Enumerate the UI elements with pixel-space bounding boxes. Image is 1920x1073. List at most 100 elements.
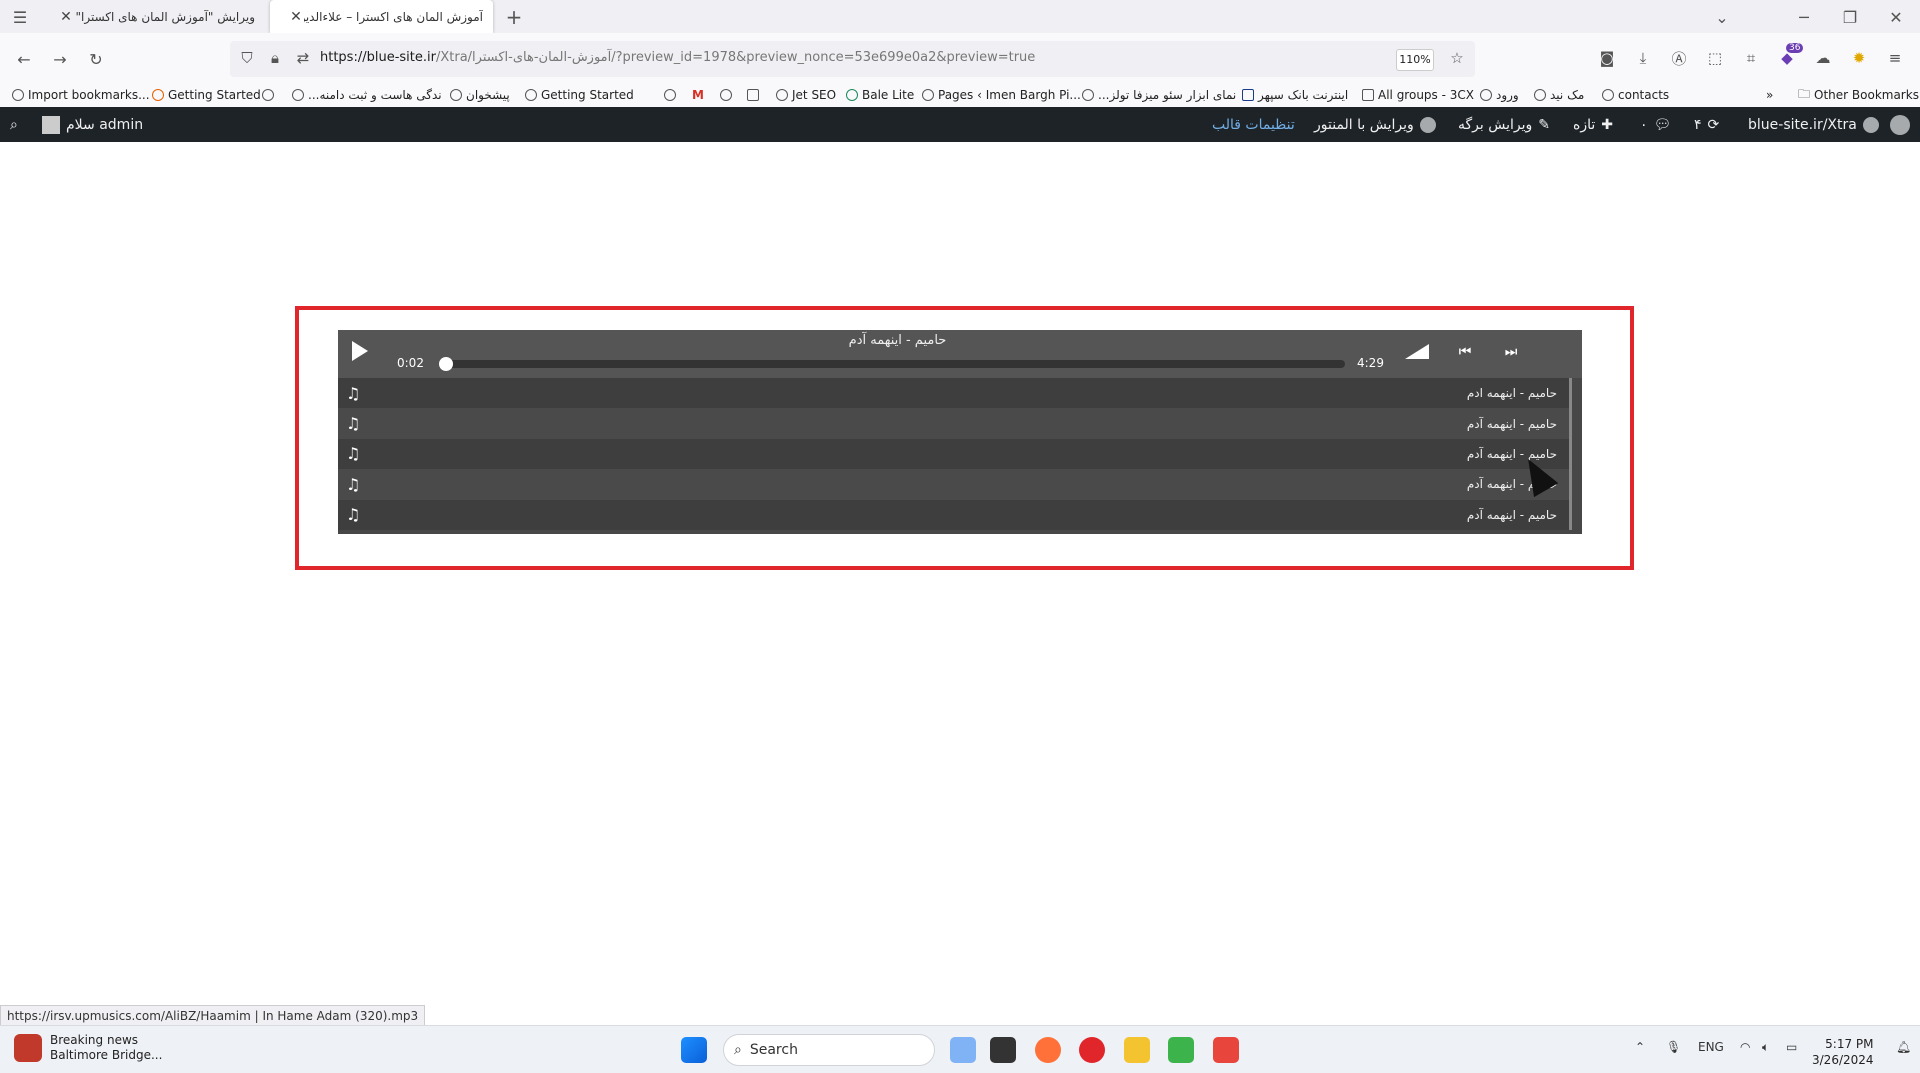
- bookmark-getting-started[interactable]: Getting Started: [152, 85, 261, 105]
- bookmark-bale-lite[interactable]: Bale Lite: [846, 85, 914, 105]
- file-explorer-icon[interactable]: [1124, 1037, 1150, 1063]
- close-tab-icon[interactable]: ✕: [58, 9, 74, 25]
- next-track-icon[interactable]: ⏭︎: [1500, 343, 1522, 361]
- bookmark-label: Getting Started: [168, 88, 261, 102]
- playlist-item[interactable]: ♫ حامیم - اینهمه آدم: [338, 408, 1569, 439]
- bookmark-seo-tools[interactable]: ...نمای ابزار سئو میزفا تولز: [1082, 85, 1236, 105]
- cloud-icon[interactable]: ☁: [1812, 47, 1834, 69]
- battery-icon[interactable]: ▭: [1786, 1040, 1797, 1054]
- bookmark-hosting[interactable]: ...ندگی هاست و ثبت دامنه: [292, 85, 442, 105]
- zoom-level[interactable]: 110%: [1396, 49, 1434, 71]
- bookmark-contacts[interactable]: contacts: [1602, 85, 1669, 105]
- language-indicator[interactable]: ENG: [1698, 1040, 1724, 1054]
- opera-icon[interactable]: [1079, 1037, 1105, 1063]
- bookmarks-overflow-icon[interactable]: »: [1766, 85, 1773, 105]
- bookmark-mac-need[interactable]: مک نید: [1534, 85, 1584, 105]
- close-window-icon[interactable]: ✕: [1884, 5, 1908, 29]
- play-button[interactable]: [352, 341, 368, 361]
- task-view-icon[interactable]: [990, 1037, 1016, 1063]
- close-tab-icon[interactable]: ✕: [288, 9, 304, 25]
- bookmark-globe-2[interactable]: [720, 85, 732, 105]
- tray-overflow-icon[interactable]: ⌃: [1635, 1040, 1645, 1054]
- tab-title: آموزش المان های اکسترا – علاءالدین: [304, 9, 483, 24]
- forward-icon[interactable]: →: [48, 47, 72, 71]
- bookmark-pages[interactable]: Pages ‹ Imen Bargh Pi...: [922, 85, 1081, 105]
- crop-icon[interactable]: ⌗: [1740, 47, 1762, 69]
- search-label: Search: [749, 1042, 798, 1058]
- updates-count: ۴: [1694, 116, 1702, 133]
- comment-icon: 💬︎: [1653, 116, 1672, 133]
- lock-icon[interactable]: 🔒︎: [264, 47, 286, 69]
- tab-edit-page[interactable]: ✕ ویرایش "آموزش المان های اکسترا" ‹ علا: [40, 0, 265, 33]
- bookmark-gmail[interactable]: M: [692, 85, 704, 105]
- bookmark-calendar[interactable]: [262, 85, 274, 105]
- tab-preview-page[interactable]: ✕ آموزش المان های اکسترا – علاءالدین: [270, 0, 493, 33]
- comments-link[interactable]: ۰ 💬︎: [1640, 107, 1671, 142]
- new-content-link[interactable]: تازه ✚: [1573, 107, 1613, 142]
- wordpress-logo-icon[interactable]: [1890, 107, 1910, 142]
- clock[interactable]: 5:17 PM 3/26/2024: [1812, 1036, 1874, 1068]
- updates-link[interactable]: ۴ ⟳: [1694, 107, 1719, 142]
- minimize-icon[interactable]: ─: [1792, 5, 1816, 29]
- copilot-icon[interactable]: [950, 1037, 976, 1063]
- url-text[interactable]: https://blue-site.ir/Xtra/آموزش-المان-ها…: [320, 50, 1035, 65]
- pocket-icon[interactable]: ◙: [1596, 47, 1618, 69]
- bookmark-getting-started-2[interactable]: Getting Started: [525, 85, 634, 105]
- previous-track-icon[interactable]: ⏮︎: [1454, 343, 1476, 361]
- bookmark-app[interactable]: [747, 85, 759, 105]
- menu-icon[interactable]: ≡: [1884, 47, 1906, 69]
- bookmark-import[interactable]: Import bookmarks...: [12, 85, 150, 105]
- microphone-icon[interactable]: 🎙︎: [1666, 1040, 1681, 1054]
- volume-icon[interactable]: [1405, 344, 1429, 359]
- notifications-icon[interactable]: 🔔︎: [1896, 1040, 1911, 1054]
- back-icon[interactable]: ←: [12, 47, 36, 71]
- speaker-icon[interactable]: 🔈︎: [1762, 1040, 1769, 1055]
- reload-icon[interactable]: ↻: [84, 47, 108, 71]
- firefox-taskbar-icon[interactable]: [1035, 1037, 1061, 1063]
- settings-extension-icon[interactable]: ✹: [1848, 47, 1870, 69]
- other-bookmarks[interactable]: 🗀︎ Other Bookmarks: [1798, 85, 1919, 105]
- site-name-link[interactable]: blue-site.ir/Xtra: [1748, 107, 1879, 142]
- bookmark-star-icon[interactable]: ☆: [1446, 47, 1468, 69]
- progress-rail[interactable]: [440, 360, 1345, 368]
- downloads-icon[interactable]: ⤓: [1632, 47, 1654, 69]
- tab-list-icon[interactable]: ☰: [8, 5, 32, 29]
- duration: 4:29: [1357, 356, 1384, 370]
- camtasia-red-icon[interactable]: [1213, 1037, 1239, 1063]
- playlist-item[interactable]: ♫ حامیم - اینهمه ادم: [338, 378, 1569, 409]
- globe-icon: [922, 89, 934, 101]
- playlist-scrollbar[interactable]: [1569, 378, 1572, 530]
- playlist-item[interactable]: ♫ حامیم - اینهمه آدم: [338, 438, 1569, 470]
- new-tab-button[interactable]: +: [502, 5, 526, 29]
- account-icon[interactable]: Ⓐ: [1668, 47, 1690, 69]
- restore-icon[interactable]: ❐: [1838, 5, 1862, 29]
- playlist-item[interactable]: ♫ حامیم - اینهمه آدم: [338, 469, 1569, 500]
- wifi-icon[interactable]: ◠: [1740, 1040, 1750, 1054]
- bookmark-3cx[interactable]: All groups - 3CX: [1362, 85, 1474, 105]
- bookmark-sepah-bank[interactable]: اینترنت بانک سپهر: [1242, 85, 1348, 105]
- bookmark-label: اینترنت بانک سپهر: [1258, 88, 1349, 102]
- current-time: 0:02: [397, 356, 424, 370]
- shield-icon[interactable]: ⛉: [236, 47, 258, 69]
- start-icon[interactable]: [681, 1037, 707, 1063]
- theme-settings-link[interactable]: تنظیمات قالب: [1212, 107, 1295, 142]
- extensions-icon[interactable]: ⬚: [1704, 47, 1726, 69]
- bookmark-jet-seo[interactable]: Jet SEO: [776, 85, 836, 105]
- bookmark-dashboard[interactable]: پیشخوان: [450, 85, 510, 105]
- taskbar-search[interactable]: ⌕ Search: [723, 1034, 935, 1066]
- bookmark-label: ...ندگی هاست و ثبت دامنه: [308, 88, 442, 102]
- edit-page-link[interactable]: ویرایش برگه ✎: [1458, 107, 1550, 142]
- camtasia-green-icon[interactable]: [1168, 1037, 1194, 1063]
- news-widget[interactable]: Breaking news Baltimore Bridge...: [14, 1033, 162, 1063]
- bale-icon: [846, 89, 858, 101]
- playlist-item[interactable]: ♫ حامیم - اینهمه آدم: [338, 499, 1569, 530]
- bookmark-login[interactable]: ورود: [1480, 85, 1519, 105]
- tab-overflow-icon[interactable]: ⌄: [1710, 5, 1734, 29]
- track-title: حامیم - اینهمه آدم: [1466, 416, 1557, 431]
- permissions-icon[interactable]: ⇄: [292, 47, 314, 69]
- my-account[interactable]: سلام admin: [42, 107, 143, 142]
- search-icon[interactable]: ⌕: [10, 107, 18, 142]
- edit-elementor-link[interactable]: ویرایش با المنتور: [1314, 107, 1436, 142]
- plus-icon: ✚: [1601, 116, 1613, 133]
- bookmark-globe-1[interactable]: [664, 85, 676, 105]
